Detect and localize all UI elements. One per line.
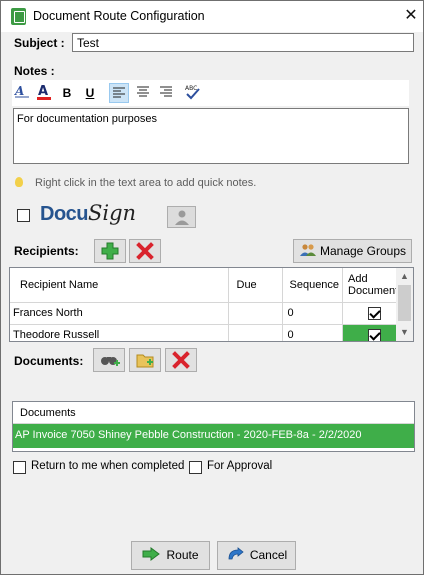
window-title: Document Route Configuration	[33, 9, 205, 23]
close-button[interactable]: ✕	[399, 4, 423, 28]
lightbulb-icon	[15, 177, 23, 187]
due-cell[interactable]	[228, 302, 283, 325]
docusign-logo-docu: Docu	[40, 203, 89, 225]
arrow-right-icon	[142, 547, 161, 561]
notes-label: Notes :	[14, 64, 55, 78]
spellcheck-icon[interactable]: ABC	[183, 83, 203, 103]
docusign-logo: DocuSign	[40, 201, 136, 229]
due-cell[interactable]	[228, 324, 283, 341]
user-icon	[175, 210, 189, 225]
svg-text:ABC: ABC	[185, 85, 197, 92]
folder-add-icon	[136, 354, 154, 368]
plus-icon	[101, 242, 119, 260]
table-row[interactable]: Frances North 0	[10, 302, 408, 325]
cancel-button[interactable]: Cancel	[217, 541, 296, 570]
col-sequence[interactable]: Sequence	[282, 268, 344, 303]
sequence-cell[interactable]: 0	[282, 324, 344, 341]
add-document-search-button[interactable]	[93, 348, 125, 372]
documents-label: Documents:	[14, 354, 84, 368]
scroll-down-icon[interactable]: ▼	[396, 324, 413, 341]
recipients-scrollbar[interactable]: ▲ ▼	[396, 268, 413, 341]
notes-toolbar: A A B U ABC	[12, 80, 409, 106]
quick-notes-hint: Right click in the text area to add quic…	[15, 177, 256, 189]
group-icon	[299, 244, 316, 256]
route-config-dialog: Document Route Configuration ✕ Subject :…	[0, 0, 424, 575]
sequence-cell[interactable]: 0	[282, 302, 344, 325]
font-color-icon[interactable]: A	[34, 83, 54, 103]
notes-editor[interactable]: For documentation purposes	[13, 108, 409, 164]
return-when-completed-checkbox[interactable]	[13, 461, 26, 474]
svg-text:A: A	[38, 84, 48, 99]
undo-arrow-icon	[228, 547, 244, 560]
delete-x-icon	[172, 351, 190, 369]
app-icon	[11, 8, 26, 25]
underline-button[interactable]: U	[80, 83, 100, 103]
manage-groups-button[interactable]: Manage Groups	[293, 239, 412, 263]
for-approval-checkbox[interactable]	[189, 461, 202, 474]
align-left-icon[interactable]	[109, 83, 129, 103]
add-documents-checkbox[interactable]	[368, 328, 382, 341]
add-recipient-button[interactable]	[94, 239, 126, 263]
recipients-grid-header: Recipient Name Due Sequence Add Document…	[10, 268, 408, 303]
align-right-icon[interactable]	[156, 83, 176, 103]
documents-list: Documents AP Invoice 7050 Shiney Pebble …	[12, 401, 415, 452]
title-bar: Document Route Configuration ✕	[1, 1, 423, 32]
for-approval-label: For Approval	[207, 460, 273, 472]
cancel-label: Cancel	[249, 548, 288, 562]
route-label: Route	[166, 548, 199, 562]
delete-x-icon	[136, 242, 154, 260]
binoculars-icon	[101, 357, 120, 366]
add-document-folder-button[interactable]	[129, 348, 161, 372]
docusign-user-button[interactable]	[167, 206, 196, 228]
recipient-name-cell[interactable]: Frances North	[10, 302, 229, 325]
table-row[interactable]: Theodore Russell 0	[10, 324, 408, 341]
svg-text:A: A	[14, 84, 24, 98]
docusign-checkbox[interactable]	[17, 209, 30, 222]
align-center-icon[interactable]	[133, 83, 153, 103]
recipients-grid: Recipient Name Due Sequence Add Document…	[9, 267, 414, 342]
font-icon[interactable]: A	[12, 83, 32, 103]
recipient-name-cell[interactable]: Theodore Russell	[10, 324, 229, 341]
col-due[interactable]: Due	[228, 268, 283, 303]
remove-document-button[interactable]	[165, 348, 197, 372]
col-recipient-name[interactable]: Recipient Name	[10, 268, 229, 303]
list-item[interactable]: AP Invoice 7050 Shiney Pebble Constructi…	[13, 424, 414, 448]
recipients-label: Recipients:	[14, 244, 79, 258]
remove-recipient-button[interactable]	[129, 239, 161, 263]
bold-button[interactable]: B	[57, 83, 77, 103]
hint-text: Right click in the text area to add quic…	[35, 177, 257, 189]
scroll-up-icon[interactable]: ▲	[396, 268, 413, 285]
subject-input[interactable]	[72, 33, 414, 52]
scroll-thumb[interactable]	[398, 285, 411, 321]
documents-list-header: Documents	[13, 402, 414, 424]
manage-groups-label: Manage Groups	[319, 244, 407, 258]
docusign-logo-sign: Sign	[88, 201, 137, 225]
subject-label: Subject :	[14, 36, 65, 50]
add-documents-checkbox[interactable]	[368, 306, 382, 320]
return-when-completed-label: Return to me when completed	[31, 460, 185, 472]
route-button[interactable]: Route	[131, 541, 210, 570]
